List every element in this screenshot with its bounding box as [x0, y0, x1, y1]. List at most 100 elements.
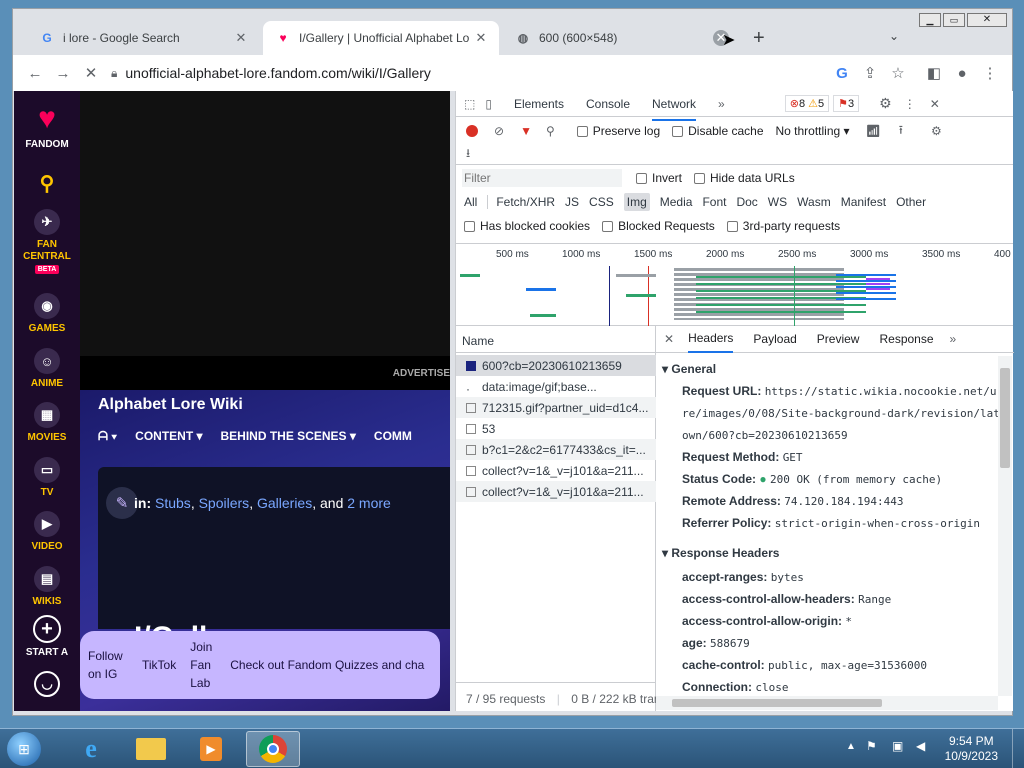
menu-icon[interactable]: ⋮ [976, 59, 1004, 87]
wiki-logo-icon[interactable]: ᗩ ▾ [98, 429, 117, 444]
taskbar-ie[interactable]: e [64, 731, 118, 767]
back-icon[interactable]: ← [21, 59, 49, 87]
show-hidden-icons[interactable]: ▲ [846, 741, 856, 752]
type-js[interactable]: JS [565, 195, 579, 209]
type-all[interactable]: All [464, 195, 477, 209]
tab-headers[interactable]: Headers [688, 326, 734, 353]
volume-icon[interactable]: ◀ [916, 739, 925, 753]
tab-image[interactable]: ◍ 600 (600×548) ✕ [503, 21, 739, 55]
issues-badge[interactable]: ⚑3 [833, 95, 860, 112]
search-button[interactable]: ⚲ [14, 171, 80, 196]
minimize-icon[interactable]: ▁ [919, 13, 941, 27]
issues-counter[interactable]: ⊗8 ⚠5 [784, 95, 830, 112]
cat-galleries-link[interactable]: Galleries [257, 495, 312, 511]
new-tab-icon[interactable]: + [753, 27, 765, 50]
preserve-log-checkbox[interactable] [576, 125, 588, 137]
taskbar-chrome[interactable] [246, 731, 300, 767]
cat-spoilers-link[interactable]: Spoilers [199, 495, 250, 511]
request-row[interactable]: 712315.gif?partner_uid=d1c4... [456, 397, 656, 418]
nav-behind-the-scenes[interactable]: BEHIND THE SCENES ▾ [221, 429, 356, 444]
tab-google-search[interactable]: G i lore - Google Search ✕ [27, 21, 259, 55]
sidebar-item-anime[interactable]: ☺ ANIME [14, 348, 80, 389]
network-icon[interactable]: ▣ [892, 739, 903, 753]
settings-gear-icon[interactable]: ⚙ [879, 95, 892, 112]
forward-icon[interactable]: → [49, 59, 77, 87]
tab-preview[interactable]: Preview [817, 332, 860, 346]
system-clock[interactable]: 9:54 PM 10/9/2023 [945, 734, 998, 764]
type-wasm[interactable]: Wasm [797, 195, 831, 209]
wiki-title[interactable]: Alphabet Lore Wiki [98, 396, 243, 414]
cat-stubs-link[interactable]: Stubs [155, 495, 191, 511]
filter-input[interactable] [462, 169, 622, 187]
invert-checkbox[interactable] [636, 172, 647, 184]
tab-gallery[interactable]: ♥ I/Gallery | Unofficial Alphabet Lo ✕ [263, 21, 499, 55]
filter-funnel-icon[interactable]: ▼ [520, 124, 532, 138]
horizontal-scrollbar[interactable] [656, 696, 998, 710]
general-section-toggle[interactable]: ▾ General [662, 362, 716, 376]
request-row[interactable]: 53 [456, 418, 656, 439]
blocked-requests-checkbox[interactable] [602, 220, 614, 232]
close-devtools-icon[interactable]: ✕ [930, 97, 940, 111]
type-ws[interactable]: WS [768, 195, 787, 209]
type-img[interactable]: Img [623, 193, 650, 211]
inspect-icon[interactable]: ⬚ [464, 97, 475, 111]
type-doc[interactable]: Doc [736, 195, 757, 209]
request-row[interactable]: collect?v=1&_v=j101&a=211... [456, 460, 656, 481]
more-detail-tabs-icon[interactable]: » [950, 332, 957, 346]
google-lens-icon[interactable]: G [828, 59, 856, 87]
network-settings-icon[interactable]: ⚙ [931, 124, 942, 138]
more-tabs-icon[interactable]: » [718, 97, 725, 111]
close-detail-icon[interactable]: ✕ [664, 332, 674, 346]
clear-icon[interactable]: ⊘ [494, 124, 504, 138]
maximize-icon[interactable]: ▭ [943, 13, 965, 27]
join-fan-lab-link[interactable]: Join Fan Lab [190, 638, 216, 692]
kebab-menu-icon[interactable]: ⋮ [904, 97, 916, 111]
window-close-icon[interactable]: ✕ [967, 13, 1007, 27]
chevron-down-icon[interactable]: ⌄ [889, 29, 899, 43]
close-icon[interactable]: ✕ [233, 30, 249, 46]
action-center-icon[interactable]: ⚑ [866, 739, 877, 753]
sidebar-item-fan-central[interactable]: ✈ FAN CENTRAL BETA [14, 209, 80, 274]
vertical-scrollbar[interactable] [998, 356, 1012, 696]
network-conditions-icon[interactable]: 📶︎ [866, 124, 881, 138]
tab-response[interactable]: Response [879, 332, 933, 346]
side-panel-icon[interactable]: ◧ [920, 59, 948, 87]
taskbar-explorer[interactable] [124, 731, 178, 767]
show-desktop-button[interactable] [1012, 729, 1024, 768]
profile-icon[interactable]: ● [948, 59, 976, 87]
share-icon[interactable]: ⇪ [856, 59, 884, 87]
sidebar-item-start-wiki[interactable]: + START A [14, 615, 80, 658]
tab-network[interactable]: Network [652, 97, 697, 121]
type-other[interactable]: Other [896, 195, 926, 209]
search-icon[interactable]: ⚲ [546, 124, 555, 138]
scroll-thumb[interactable] [672, 699, 882, 707]
request-row-selected[interactable]: 600?cb=20230610213659 [456, 355, 656, 376]
bookmark-star-icon[interactable]: ☆ [884, 59, 912, 87]
sidebar-item-wikis[interactable]: ▤ WIKIS [14, 566, 80, 607]
type-media[interactable]: Media [660, 195, 693, 209]
quizzes-link[interactable]: Check out Fandom Quizzes and cha [230, 656, 424, 674]
type-css[interactable]: CSS [589, 195, 614, 209]
sidebar-item-movies[interactable]: ▦ MOVIES [14, 402, 80, 443]
close-icon[interactable]: ✕ [473, 30, 489, 46]
record-icon[interactable] [466, 125, 478, 137]
throttling-select[interactable]: No throttling ▾ [776, 124, 850, 138]
request-row[interactable]: collect?v=1&_v=j101&a=211... [456, 481, 656, 502]
nav-community[interactable]: COMM [374, 429, 412, 444]
sidebar-item-video[interactable]: ▶ VIDEO [14, 511, 80, 552]
scroll-thumb[interactable] [1000, 368, 1010, 468]
start-button[interactable]: ⊞ [2, 731, 46, 767]
name-column-header[interactable]: Name [456, 326, 655, 353]
disable-cache-checkbox[interactable] [672, 125, 684, 137]
request-row[interactable]: · data:image/gif;base... [456, 376, 656, 397]
response-headers-toggle[interactable]: ▾ Response Headers [662, 546, 779, 560]
request-row[interactable]: b?c1=2&c2=6177433&cs_it=... [456, 439, 656, 460]
taskbar-media-player[interactable]: ▶ [184, 731, 238, 767]
type-manifest[interactable]: Manifest [841, 195, 886, 209]
nav-content[interactable]: CONTENT ▾ [135, 429, 202, 444]
tiktok-link[interactable]: TikTok [142, 656, 176, 674]
stop-loading-icon[interactable]: ✕ [77, 59, 105, 87]
follow-ig-link[interactable]: Follow on IG [88, 647, 128, 683]
blocked-cookies-checkbox[interactable] [464, 220, 475, 232]
sidebar-item-account[interactable]: ◡ [14, 671, 80, 701]
